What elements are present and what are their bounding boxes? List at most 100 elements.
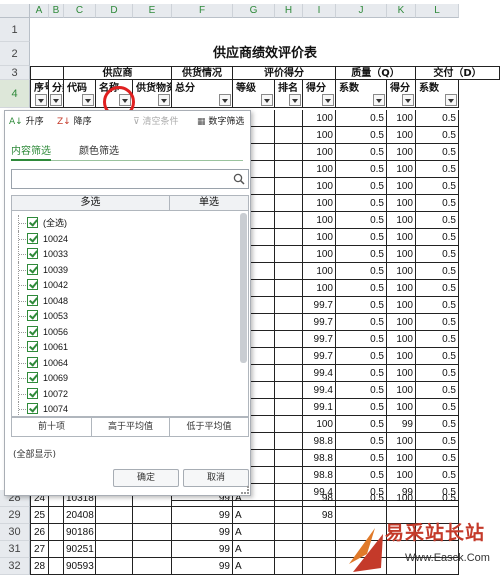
cell-k[interactable]: 100 <box>387 382 416 399</box>
cell-j[interactable]: 0.5 <box>336 195 387 212</box>
cell-j[interactable]: 0.5 <box>336 314 387 331</box>
cell-j[interactable]: 0.5 <box>336 416 387 433</box>
cell-k[interactable]: 100 <box>387 212 416 229</box>
filter-list-item[interactable]: 10042 <box>15 277 235 293</box>
column-header-c[interactable]: C <box>64 4 96 18</box>
cell-j[interactable]: 0.5 <box>336 365 387 382</box>
cell-j[interactable]: 0.5 <box>336 467 387 484</box>
cell-h[interactable] <box>275 507 303 524</box>
cell-h[interactable] <box>275 433 303 450</box>
cell-k[interactable]: 100 <box>387 399 416 416</box>
cell-i[interactable]: 100 <box>303 127 336 144</box>
cell-d[interactable] <box>96 558 133 575</box>
checkbox-checked-icon[interactable] <box>27 294 38 306</box>
cell-i[interactable]: 98 <box>303 507 336 524</box>
clear-conditions-button[interactable]: ⊽ 清空条件 <box>133 116 178 128</box>
cell-i[interactable]: 100 <box>303 144 336 161</box>
cell-j[interactable]: 0.5 <box>336 331 387 348</box>
cell-e[interactable] <box>133 524 172 541</box>
filter-dropdown-rank-icon[interactable] <box>289 94 301 106</box>
tab-color-filter[interactable]: 颜色筛选 <box>79 145 119 159</box>
cell-b[interactable] <box>49 541 64 558</box>
cell-k[interactable]: 100 <box>387 314 416 331</box>
column-header-d[interactable]: D <box>96 4 133 18</box>
filter-list-item[interactable]: 10069 <box>15 370 235 386</box>
header-supply[interactable]: 供货情况 <box>172 66 233 80</box>
cell-k[interactable]: 100 <box>387 263 416 280</box>
cell-h[interactable] <box>275 365 303 382</box>
cell-f[interactable]: 99 <box>172 524 233 541</box>
cell-j[interactable]: 0.5 <box>336 297 387 314</box>
cell-e[interactable] <box>133 541 172 558</box>
cell-i[interactable]: 98.8 <box>303 433 336 450</box>
cell-i[interactable]: 99.7 <box>303 331 336 348</box>
checkbox-checked-icon[interactable] <box>27 310 38 321</box>
filter-dropdown-q-coef-icon[interactable] <box>373 94 385 106</box>
cell-b[interactable] <box>49 558 64 575</box>
row-header-3[interactable]: 3 <box>0 66 30 80</box>
cell-i[interactable]: 100 <box>303 280 336 297</box>
column-header-g[interactable]: G <box>233 4 275 18</box>
cell-j[interactable]: 0.5 <box>336 110 387 127</box>
cell-h[interactable] <box>275 127 303 144</box>
cell-i[interactable]: 100 <box>303 263 336 280</box>
cell-d[interactable] <box>96 507 133 524</box>
cell-l[interactable]: 0.5 <box>416 280 459 297</box>
checkbox-checked-icon[interactable] <box>27 263 38 275</box>
column-header-i[interactable]: I <box>303 4 336 18</box>
cell-j[interactable]: 0.5 <box>336 399 387 416</box>
cell-d[interactable] <box>96 541 133 558</box>
cell-i[interactable]: 100 <box>303 195 336 212</box>
cell-l[interactable]: 0.5 <box>416 212 459 229</box>
filter-dropdown-d-coef-icon[interactable] <box>445 94 457 106</box>
cell-j[interactable]: 0.5 <box>336 280 387 297</box>
checkbox-checked-icon[interactable] <box>27 403 38 414</box>
cell-i[interactable]: 100 <box>303 212 336 229</box>
above-average-button[interactable]: 高于平均值 <box>92 418 170 436</box>
cell-k[interactable]: 100 <box>387 280 416 297</box>
ok-button[interactable]: 确定 <box>113 469 179 487</box>
cell-k[interactable]: 100 <box>387 331 416 348</box>
select-all-item[interactable]: (全选) <box>15 215 235 231</box>
column-header-j[interactable]: J <box>336 4 387 18</box>
checkbox-checked-icon[interactable] <box>27 372 38 383</box>
cell-c[interactable]: 90593 <box>64 558 96 575</box>
cell-h[interactable] <box>275 246 303 263</box>
checkbox-checked-icon[interactable] <box>27 279 38 290</box>
filter-list-item[interactable]: 10048 <box>15 292 235 309</box>
cell-h[interactable] <box>275 467 303 484</box>
cell-k[interactable]: 99 <box>387 416 416 433</box>
cell-i[interactable] <box>303 541 336 558</box>
single-select-mode[interactable]: 单选 <box>170 196 248 210</box>
cell-i[interactable]: 99.1 <box>303 399 336 416</box>
tab-content-filter[interactable]: 内容筛选 <box>11 145 51 161</box>
cell-g[interactable]: A <box>233 558 275 575</box>
column-header-a[interactable]: A <box>30 4 49 18</box>
cell-h[interactable] <box>275 524 303 541</box>
sort-ascending-button[interactable]: A↓ 升序 <box>9 116 44 128</box>
cell-a[interactable]: 28 <box>30 558 49 575</box>
column-header-f[interactable]: F <box>172 4 233 18</box>
select-all-corner[interactable] <box>0 4 30 18</box>
cell-i[interactable]: 100 <box>303 161 336 178</box>
cell-j[interactable]: 0.5 <box>336 161 387 178</box>
cell-a[interactable]: 25 <box>30 507 49 524</box>
cell-g[interactable]: A <box>233 524 275 541</box>
resize-grip-icon[interactable] <box>241 486 249 494</box>
cell-f[interactable]: 99 <box>172 558 233 575</box>
cell-j[interactable]: 0.5 <box>336 450 387 467</box>
filter-list-item[interactable]: 10061 <box>15 339 235 355</box>
cell-l[interactable]: 0.5 <box>416 365 459 382</box>
cell-l[interactable]: 0.5 <box>416 314 459 331</box>
row-header-4[interactable]: 4 <box>0 80 30 108</box>
multi-select-mode[interactable]: 多选 <box>12 196 170 210</box>
cell-i[interactable]: 99.7 <box>303 348 336 365</box>
header-supplier[interactable]: 供应商 <box>64 66 172 80</box>
cell-j[interactable]: 0.5 <box>336 348 387 365</box>
cell-l[interactable]: 0.5 <box>416 246 459 263</box>
cell-k[interactable]: 100 <box>387 161 416 178</box>
cell-h[interactable] <box>275 212 303 229</box>
cell-d[interactable] <box>96 524 133 541</box>
cell-j[interactable]: 0.5 <box>336 178 387 195</box>
filter-dropdown-grade-icon[interactable] <box>261 94 273 106</box>
